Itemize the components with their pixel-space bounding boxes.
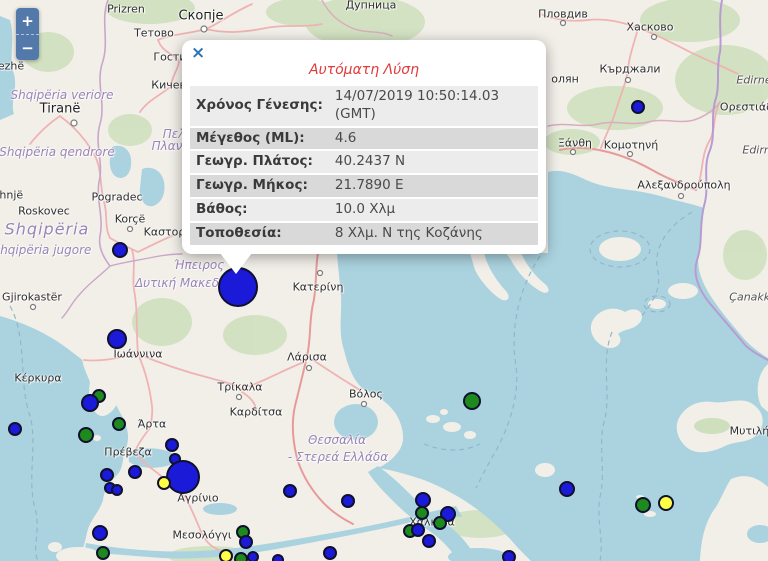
- earthquake-marker[interactable]: [635, 497, 651, 513]
- popup-row-magnitude: Μέγεθος (ML): 4.6: [190, 128, 538, 150]
- zoom-in-button[interactable]: +: [16, 8, 39, 34]
- earthquake-marker[interactable]: [234, 552, 248, 561]
- popup-table: Χρόνος Γένεσης: 14/07/2019 10:50:14.03 (…: [190, 84, 538, 247]
- earthquake-marker[interactable]: [415, 506, 429, 520]
- popup-row-label: Χρόνος Γένεσης:: [190, 86, 329, 126]
- popup-row-latitude: Γεωγρ. Πλάτος: 40.2437 N: [190, 151, 538, 173]
- popup-row-label: Γεωγρ. Μήκος:: [190, 175, 329, 197]
- earthquake-marker[interactable]: [658, 495, 674, 511]
- earthquake-popup: × Αυτόματη Λύση Χρόνος Γένεσης: 14/07/20…: [182, 40, 546, 254]
- earthquake-marker[interactable]: [96, 546, 110, 560]
- earthquake-marker[interactable]: [157, 476, 171, 490]
- popup-row-label: Μέγεθος (ML):: [190, 128, 329, 150]
- popup-row-origin-time: Χρόνος Γένεσης: 14/07/2019 10:50:14.03 (…: [190, 86, 538, 126]
- earthquake-marker[interactable]: [247, 551, 259, 561]
- earthquake-marker[interactable]: [100, 468, 114, 482]
- earthquake-marker[interactable]: [341, 494, 355, 508]
- earthquake-marker[interactable]: [239, 535, 253, 549]
- popup-tail: [220, 253, 252, 274]
- popup-close-button[interactable]: ×: [191, 45, 205, 62]
- popup-row-value: 21.7890 E: [329, 175, 538, 197]
- popup-title: Αυτόματη Λύση: [190, 62, 538, 78]
- earthquake-marker[interactable]: [112, 242, 128, 258]
- earthquake-marker[interactable]: [128, 465, 142, 479]
- popup-row-longitude: Γεωγρ. Μήκος: 21.7890 E: [190, 175, 538, 197]
- popup-row-value: 8 Χλμ. Ν της Κοζάνης: [329, 223, 538, 245]
- popup-row-value: 10.0 Χλμ: [329, 199, 538, 221]
- earthquake-marker[interactable]: [92, 525, 108, 541]
- earthquake-marker[interactable]: [411, 523, 425, 537]
- popup-row-label: Βάθος:: [190, 199, 329, 221]
- earthquake-marker[interactable]: [631, 100, 645, 114]
- earthquake-marker[interactable]: [433, 516, 447, 530]
- earthquake-marker[interactable]: [283, 484, 297, 498]
- earthquake-marker[interactable]: [323, 546, 337, 560]
- earthquake-marker[interactable]: [559, 481, 575, 497]
- earthquake-marker[interactable]: [219, 549, 233, 561]
- earthquake-marker[interactable]: [8, 422, 22, 436]
- earthquake-marker[interactable]: [112, 417, 126, 431]
- zoom-out-button[interactable]: −: [16, 34, 39, 60]
- earthquake-marker[interactable]: [81, 394, 99, 412]
- earthquake-marker[interactable]: [422, 534, 436, 548]
- popup-row-depth: Βάθος: 10.0 Χλμ: [190, 199, 538, 221]
- earthquake-marker[interactable]: [272, 554, 284, 561]
- map-canvas[interactable]: PrizrenСкопјеТетовоГостиварКичевоTiranëД…: [0, 0, 768, 561]
- earthquake-marker[interactable]: [166, 460, 200, 494]
- earthquake-marker[interactable]: [165, 438, 179, 452]
- popup-row-label: Γεωγρ. Πλάτος:: [190, 151, 329, 173]
- earthquake-marker[interactable]: [78, 427, 94, 443]
- popup-row-location: Τοποθεσία: 8 Χλμ. Ν της Κοζάνης: [190, 223, 538, 245]
- earthquake-marker[interactable]: [111, 484, 123, 496]
- earthquake-marker[interactable]: [502, 550, 516, 561]
- popup-row-value: 14/07/2019 10:50:14.03 (GMT): [329, 86, 538, 126]
- popup-row-label: Τοποθεσία:: [190, 223, 329, 245]
- earthquake-marker[interactable]: [463, 392, 481, 410]
- zoom-control: + −: [16, 8, 39, 60]
- popup-row-value: 40.2437 N: [329, 151, 538, 173]
- earthquake-marker[interactable]: [107, 329, 127, 349]
- popup-row-value: 4.6: [329, 128, 538, 150]
